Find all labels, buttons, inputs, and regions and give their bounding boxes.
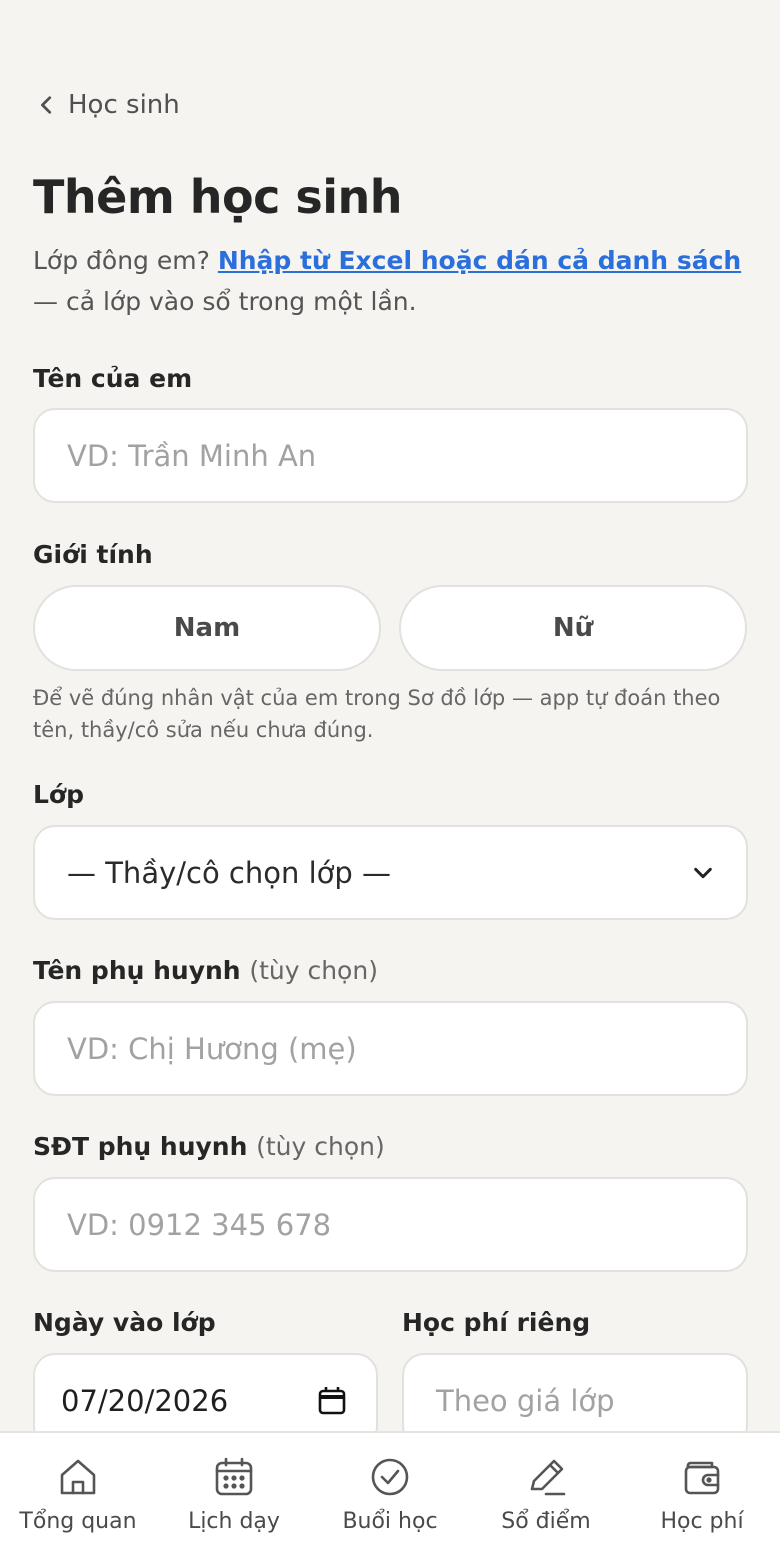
page-title: Thêm học sinh (33, 170, 403, 224)
tab-overview-label: Tổng quan (19, 1509, 137, 1534)
tab-gradebook-label: Sổ điểm (501, 1509, 591, 1534)
optional-tag: (tùy chọn) (249, 956, 378, 985)
bottom-tab-bar: Tổng quan Lịch dạy Buổi học Sổ điểm Học … (0, 1431, 780, 1560)
tab-tuition-label: Học phí (660, 1509, 744, 1534)
check-circle-icon (371, 1458, 409, 1496)
student-name-placeholder: VD: Trần Minh An (67, 438, 317, 473)
gender-female-button[interactable]: Nữ (399, 585, 747, 671)
student-name-input[interactable]: VD: Trần Minh An (33, 408, 748, 503)
tab-tuition[interactable]: Học phí (624, 1433, 780, 1560)
tab-sessions-label: Buổi học (342, 1509, 438, 1534)
join-date-value: 07/20/2026 (61, 1383, 229, 1418)
chevron-down-icon (694, 867, 712, 878)
intro-suffix: — cả lớp vào sổ trong một lần. (33, 287, 417, 316)
pencil-icon (530, 1459, 566, 1496)
join-date-label: Ngày vào lớp (33, 1308, 216, 1337)
intro-prefix: Lớp đông em? (33, 246, 210, 275)
parent-name-label-text: Tên phụ huynh (33, 956, 241, 985)
parent-phone-placeholder: VD: 0912 345 678 (67, 1207, 332, 1242)
back-link[interactable]: Học sinh (36, 90, 180, 120)
custom-fee-placeholder: Theo giá lớp (436, 1383, 615, 1418)
calendar-picker-icon[interactable] (318, 1386, 346, 1416)
chevron-left-icon (41, 96, 52, 114)
optional-tag: (tùy chọn) (256, 1132, 385, 1161)
gender-hint: Để vẽ đúng nhân vật của em trong Sơ đồ l… (33, 686, 721, 742)
parent-phone-label-text: SĐT phụ huynh (33, 1132, 248, 1161)
wallet-icon (684, 1461, 720, 1495)
parent-phone-label: SĐT phụ huynh (tùy chọn) (33, 1132, 385, 1161)
calendar-icon (215, 1457, 253, 1496)
class-select-value: — Thầy/cô chọn lớp — (67, 855, 392, 890)
tab-overview[interactable]: Tổng quan (0, 1433, 156, 1560)
home-icon (60, 1459, 96, 1495)
class-select[interactable]: — Thầy/cô chọn lớp — (33, 825, 748, 920)
tab-gradebook[interactable]: Sổ điểm (468, 1433, 624, 1560)
name-label: Tên của em (33, 364, 193, 393)
parent-name-input[interactable]: VD: Chị Hương (mẹ) (33, 1001, 748, 1096)
back-label: Học sinh (68, 90, 180, 120)
gender-male-button[interactable]: Nam (33, 585, 381, 671)
custom-fee-label: Học phí riêng (402, 1308, 591, 1337)
parent-name-placeholder: VD: Chị Hương (mẹ) (67, 1031, 357, 1066)
tab-sessions[interactable]: Buổi học (312, 1433, 468, 1560)
class-label: Lớp (33, 780, 85, 809)
tab-schedule[interactable]: Lịch dạy (156, 1433, 312, 1560)
import-excel-link[interactable]: Nhập từ Excel hoặc dán cả danh sách (218, 246, 741, 275)
parent-name-label: Tên phụ huynh (tùy chọn) (33, 956, 378, 985)
tab-schedule-label: Lịch dạy (188, 1509, 280, 1534)
parent-phone-input[interactable]: VD: 0912 345 678 (33, 1177, 748, 1272)
intro-text: Lớp đông em? Nhập từ Excel hoặc dán cả d… (33, 240, 748, 322)
gender-label: Giới tính (33, 540, 153, 569)
